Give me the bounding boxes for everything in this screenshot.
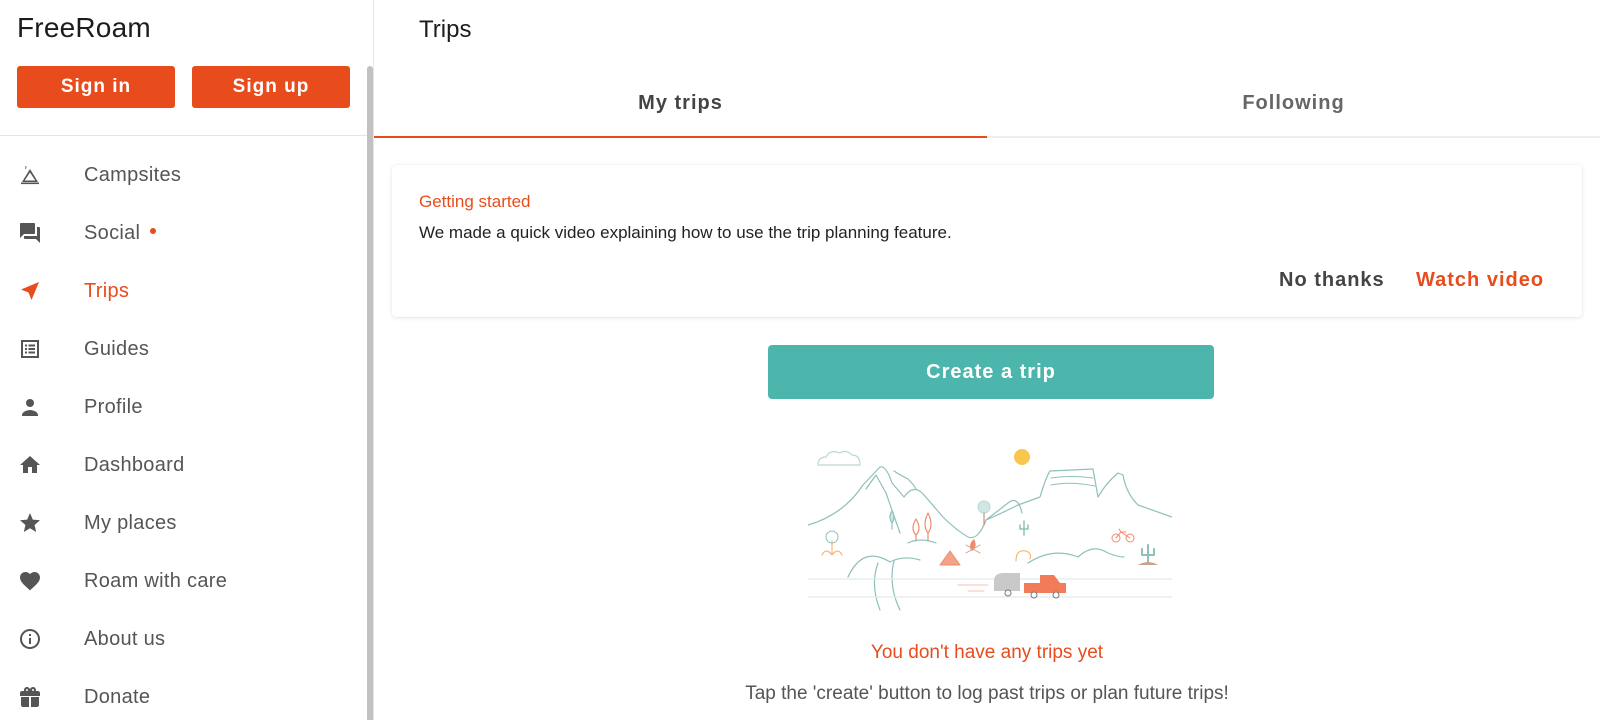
card-title: Getting started: [419, 192, 531, 211]
create-trip-button[interactable]: Create a trip: [768, 345, 1214, 399]
gift-icon: [17, 684, 43, 710]
bicycle-icon: [1111, 528, 1135, 543]
empty-state-text: Tap the 'create' button to log past trip…: [745, 683, 1229, 704]
main-content: Trips My trips Following Getting started…: [374, 0, 1600, 720]
tab-following[interactable]: Following: [987, 70, 1600, 136]
sidebar-item-label: Profile: [84, 395, 143, 418]
info-icon: [17, 626, 43, 652]
tent-icon: [17, 162, 43, 188]
cloud-icon: [817, 450, 861, 466]
camper-icon: [994, 573, 1020, 597]
sidebar-item-about-us[interactable]: About us: [0, 610, 368, 668]
sidebar-item-profile[interactable]: Profile: [0, 378, 368, 436]
empty-state-title: You don't have any trips yet: [870, 642, 1104, 663]
sidebar-item-campsites[interactable]: Campsites: [0, 146, 368, 204]
heart-icon: [17, 568, 43, 594]
sidebar-item-guides[interactable]: Guides: [0, 320, 368, 378]
chat-icon: [17, 220, 43, 246]
watch-video-button[interactable]: Watch video: [1416, 269, 1544, 292]
sidebar-item-trips[interactable]: Trips: [0, 262, 368, 320]
tab-my-trips[interactable]: My trips: [374, 70, 987, 138]
sidebar-item-social[interactable]: Social: [0, 204, 368, 262]
sidebar-item-label: My places: [84, 511, 177, 534]
sun-icon: [1014, 449, 1030, 465]
card-text: We made a quick video explaining how to …: [419, 223, 952, 242]
sidebar-item-label: Dashboard: [84, 453, 185, 476]
sidebar-item-my-places[interactable]: My places: [0, 494, 368, 552]
page-title: Trips: [419, 16, 472, 43]
sidebar-item-roam-with-care[interactable]: Roam with care: [0, 552, 368, 610]
mountain-left: [808, 466, 1023, 539]
sidebar-item-label: About us: [84, 627, 166, 650]
brand-logo[interactable]: FreeRoam: [17, 12, 151, 44]
sidebar-item-label: Roam with care: [84, 569, 228, 592]
sidebar-scrollbar[interactable]: [367, 66, 373, 720]
no-thanks-button[interactable]: No thanks: [1279, 269, 1385, 292]
sidebar: FreeRoam Sign in Sign up Campsites Socia…: [0, 0, 374, 720]
star-icon: [17, 510, 43, 536]
sidebar-item-donate[interactable]: Donate: [0, 668, 368, 720]
notification-dot: [150, 228, 157, 235]
tent-illustration: [939, 550, 961, 566]
sidebar-item-label: Campsites: [84, 163, 182, 186]
list-icon: [17, 336, 43, 362]
cactus-icon: [1019, 520, 1029, 536]
empty-trips-illustration: [808, 449, 1172, 611]
navigation-arrow-icon: [17, 278, 43, 304]
ground-line: [808, 578, 1172, 598]
sign-up-button[interactable]: Sign up: [192, 66, 350, 108]
sidebar-item-label: Trips: [84, 279, 130, 302]
sidebar-item-label: Donate: [84, 685, 151, 708]
tab-bar: My trips Following: [374, 70, 1600, 138]
sidebar-divider: [0, 135, 368, 136]
sidebar-item-label: Social: [84, 222, 157, 245]
sidebar-nav: Campsites Social Trips Guides Profile Da…: [0, 146, 368, 720]
sidebar-item-label: Guides: [84, 337, 150, 360]
sign-in-button[interactable]: Sign in: [17, 66, 175, 108]
sidebar-item-dashboard[interactable]: Dashboard: [0, 436, 368, 494]
home-icon: [17, 452, 43, 478]
getting-started-card: Getting started We made a quick video ex…: [392, 165, 1582, 317]
person-icon: [17, 394, 43, 420]
tree-icon: [889, 510, 895, 530]
